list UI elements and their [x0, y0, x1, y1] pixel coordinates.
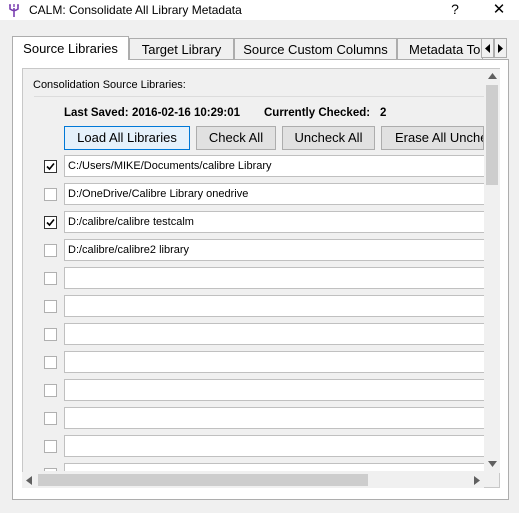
library-checkbox[interactable]: [44, 384, 57, 397]
library-path-field[interactable]: [64, 351, 484, 373]
library-row: C:/Users/MIKE/Documents/calibre Library: [34, 154, 484, 182]
horizontal-scrollbar[interactable]: [22, 472, 484, 488]
last-saved-value: 2016-02-16 10:29:01: [132, 107, 241, 119]
help-button[interactable]: ?: [440, 0, 470, 20]
library-row: D:/calibre/calibre2 library: [34, 238, 484, 266]
library-row: D:/calibre/calibre testcalm: [34, 210, 484, 238]
horizontal-scroll-thumb[interactable]: [38, 474, 368, 486]
currently-checked-value: 2: [380, 107, 387, 119]
library-checkbox[interactable]: [44, 328, 57, 341]
close-button[interactable]: ✕: [484, 0, 514, 20]
tab-bar: Source Libraries Target Library Source C…: [12, 36, 508, 60]
scroll-up-icon[interactable]: [488, 73, 497, 79]
window-title: CALM: Consolidate All Library Metadata: [29, 3, 242, 17]
library-path-field[interactable]: [64, 267, 484, 289]
chevron-left-icon: [485, 44, 490, 53]
vertical-scroll-thumb[interactable]: [486, 85, 498, 185]
library-path-field[interactable]: D:/calibre/calibre2 library: [64, 239, 484, 261]
library-checkbox[interactable]: [44, 272, 57, 285]
library-checkbox[interactable]: [44, 188, 57, 201]
library-row: [34, 406, 484, 434]
scroll-down-icon[interactable]: [488, 461, 497, 467]
tab-scroll-left-button[interactable]: [481, 38, 494, 58]
library-row: [34, 294, 484, 322]
tab-metadata-to[interactable]: Metadata To: [397, 38, 483, 59]
check-all-button[interactable]: Check All: [196, 126, 276, 150]
library-path-field[interactable]: [64, 323, 484, 345]
library-path-field[interactable]: C:/Users/MIKE/Documents/calibre Library: [64, 155, 484, 177]
library-path-field[interactable]: [64, 407, 484, 429]
calm-app-icon: [9, 4, 19, 17]
library-path-field[interactable]: [64, 295, 484, 317]
tab-source-custom-columns[interactable]: Source Custom Columns: [234, 38, 397, 59]
group-title: Consolidation Source Libraries:: [33, 79, 186, 91]
library-checkbox[interactable]: [44, 244, 57, 257]
library-path-field[interactable]: [64, 379, 484, 401]
library-row: [34, 266, 484, 294]
checkmark-icon: [46, 218, 55, 227]
library-checkbox[interactable]: [44, 216, 57, 229]
load-all-libraries-button[interactable]: Load All Libraries: [64, 126, 190, 150]
scroll-right-icon[interactable]: [474, 476, 480, 485]
tab-target-library[interactable]: Target Library: [129, 38, 234, 59]
erase-all-unchecked-button[interactable]: Erase All Unche: [381, 126, 484, 150]
library-path-field[interactable]: [64, 463, 484, 471]
uncheck-all-button[interactable]: Uncheck All: [282, 126, 375, 150]
tab-scroll-right-button[interactable]: [494, 38, 507, 58]
library-path-field[interactable]: D:/calibre/calibre testcalm: [64, 211, 484, 233]
checkmark-icon: [46, 162, 55, 171]
library-checkbox[interactable]: [44, 412, 57, 425]
title-bar: CALM: Consolidate All Library Metadata ?…: [0, 0, 519, 20]
library-checkbox[interactable]: [44, 356, 57, 369]
library-row: [34, 350, 484, 378]
library-path-field[interactable]: D:/OneDrive/Calibre Library onedrive: [64, 183, 484, 205]
library-checkbox[interactable]: [44, 300, 57, 313]
library-checkbox[interactable]: [44, 160, 57, 173]
scroll-left-icon[interactable]: [26, 476, 32, 485]
vertical-scrollbar[interactable]: [484, 69, 500, 473]
library-row: D:/OneDrive/Calibre Library onedrive: [34, 182, 484, 210]
library-path-field[interactable]: [64, 435, 484, 457]
library-row: [34, 322, 484, 350]
library-row: [34, 378, 484, 406]
library-checkbox[interactable]: [44, 468, 57, 471]
tab-source-libraries[interactable]: Source Libraries: [12, 36, 129, 60]
divider: [34, 96, 484, 97]
chevron-right-icon: [498, 44, 503, 53]
last-saved-label: Last Saved:: [64, 107, 129, 119]
library-row: [34, 434, 484, 462]
library-row: [34, 462, 484, 471]
library-checkbox[interactable]: [44, 440, 57, 453]
currently-checked-label: Currently Checked:: [264, 107, 371, 119]
